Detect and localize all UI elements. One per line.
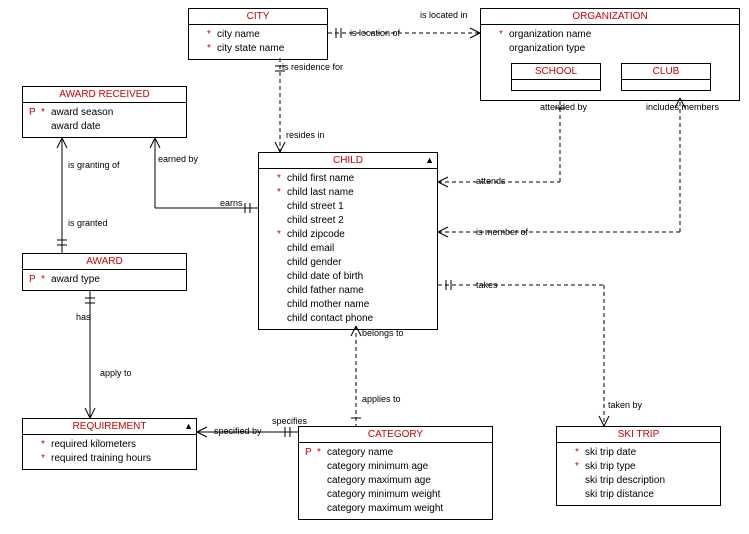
entity-requirement-header: REQUIREMENT ▲ [23,419,196,435]
attr-row: category maximum age [305,474,486,488]
attr-row: *child first name [265,172,431,186]
entity-award-received-body: P*award season award date [23,103,186,137]
rel-earns: earns [220,198,243,208]
attr-row: child street 1 [265,200,431,214]
entity-child-header: CHILD ▲ [259,153,437,169]
entity-award-received-title: AWARD RECEIVED [59,89,149,100]
entity-requirement: REQUIREMENT ▲ *required kilometers *requ… [22,418,197,470]
attr-row: *ski trip type [563,460,714,474]
arrow-icon: ▲ [425,155,434,165]
subtype-club-title: CLUB [622,64,710,80]
arrow-icon: ▲ [184,421,193,431]
entity-requirement-title: REQUIREMENT [73,421,147,432]
subtype-club: CLUB [621,63,711,91]
attr-row: P*award type [29,273,180,287]
entity-requirement-body: *required kilometers *required training … [23,435,196,469]
attr-row: category minimum weight [305,488,486,502]
attr-row: child father name [265,284,431,298]
rel-includes-members: includes members [646,102,719,112]
rel-taken-by: taken by [608,400,642,410]
rel-is-residence-for: is residence for [282,62,343,72]
rel-resides-in: resides in [286,130,325,140]
rel-has: has [76,312,91,322]
rel-takes: takes [476,280,498,290]
entity-category-header: CATEGORY [299,427,492,443]
entity-organization-title: ORGANIZATION [572,11,647,22]
attr-row: P*award season [29,106,180,120]
rel-is-location-of: is location of [350,28,400,38]
attr-row: child date of birth [265,270,431,284]
rel-is-granted: is granted [68,218,108,228]
entity-category-body: P*category name category minimum age cat… [299,443,492,519]
attr-row: child mother name [265,298,431,312]
attr-row: *child zipcode [265,228,431,242]
entity-child-title: CHILD [333,155,363,166]
attr-row: child street 2 [265,214,431,228]
attr-row: *city state name [195,42,321,56]
attr-row: child contact phone [265,312,431,326]
attr-row: ski trip distance [563,488,714,502]
entity-city-body: *city name *city state name [189,25,327,59]
attr-row: child gender [265,256,431,270]
entity-organization-body: *organization name organization type SCH… [481,25,739,100]
entity-city-header: CITY [189,9,327,25]
entity-award-received: AWARD RECEIVED P*award season award date [22,86,187,138]
attr-row: organization type [487,42,733,56]
rel-specified-by: specified by [214,426,262,436]
rel-apply-to: apply to [100,368,132,378]
attr-row: *required kilometers [29,438,190,452]
attr-row: *city name [195,28,321,42]
rel-applies-to: applies to [362,394,401,404]
rel-is-member-of: is member of [476,227,528,237]
attr-row: P*category name [305,446,486,460]
entity-category: CATEGORY P*category name category minimu… [298,426,493,520]
entity-ski-trip-title: SKI TRIP [618,429,660,440]
entity-award-title: AWARD [86,256,122,267]
entity-award: AWARD P*award type [22,253,187,291]
attr-row: *child last name [265,186,431,200]
entity-child: CHILD ▲ *child first name *child last na… [258,152,438,330]
entity-organization-header: ORGANIZATION [481,9,739,25]
attr-row: *required training hours [29,452,190,466]
attr-row: *organization name [487,28,733,42]
entity-ski-trip-body: *ski trip date *ski trip type ski trip d… [557,443,720,505]
entity-award-received-header: AWARD RECEIVED [23,87,186,103]
rel-attended-by: attended by [540,102,587,112]
attr-row: category minimum age [305,460,486,474]
entity-organization: ORGANIZATION *organization name organiza… [480,8,740,101]
rel-is-granting-of: is granting of [68,160,120,170]
attr-row: child email [265,242,431,256]
rel-belongs-to: belongs to [362,328,404,338]
subtype-school-title: SCHOOL [512,64,600,80]
entity-ski-trip: SKI TRIP *ski trip date *ski trip type s… [556,426,721,506]
entity-child-body: *child first name *child last name child… [259,169,437,329]
entity-city: CITY *city name *city state name [188,8,328,60]
entity-award-header: AWARD [23,254,186,270]
rel-specifies: specifies [272,416,307,426]
entity-ski-trip-header: SKI TRIP [557,427,720,443]
attr-row: category maximum weight [305,502,486,516]
rel-is-located-in: is located in [420,10,468,20]
attr-row: award date [29,120,180,134]
rel-earned-by: earned by [158,154,198,164]
attr-row: *ski trip date [563,446,714,460]
entity-award-body: P*award type [23,270,186,290]
attr-row: ski trip description [563,474,714,488]
subtype-school: SCHOOL [511,63,601,91]
entity-category-title: CATEGORY [368,429,423,440]
entity-city-title: CITY [247,11,270,22]
rel-attends: attends [476,176,506,186]
